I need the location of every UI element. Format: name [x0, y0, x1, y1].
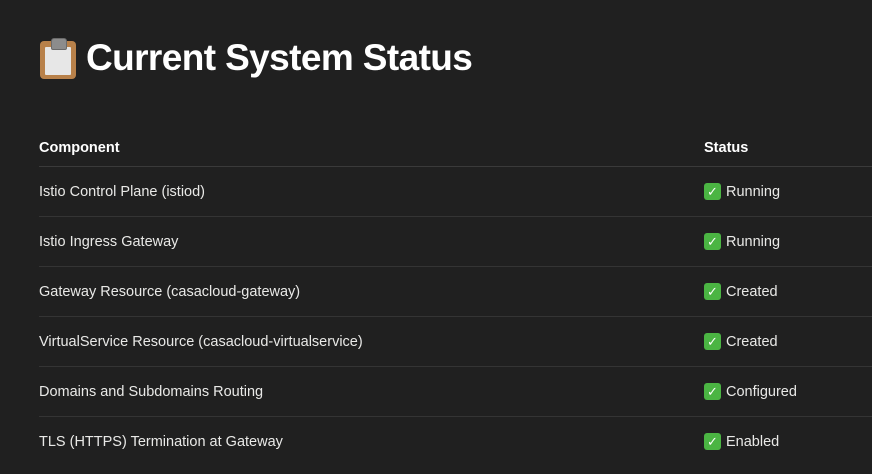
check-mark-icon: ✓ — [704, 233, 721, 250]
status-cell: ✓ Configured — [704, 367, 797, 416]
table-row: TLS (HTTPS) Termination at Gateway ✓ Ena… — [39, 417, 872, 466]
page-title: Current System Status — [86, 37, 473, 78]
page-heading: Current System Status — [39, 34, 473, 82]
status-cell: ✓ Created — [704, 267, 778, 316]
table-row: Gateway Resource (casacloud-gateway) ✓ C… — [39, 267, 872, 317]
status-text: Created — [726, 333, 778, 350]
table-row: Istio Ingress Gateway ✓ Running — [39, 217, 872, 267]
check-mark-icon: ✓ — [704, 283, 721, 300]
check-mark-icon: ✓ — [704, 333, 721, 350]
check-mark-icon: ✓ — [704, 183, 721, 200]
clipboard-icon — [39, 37, 77, 79]
status-cell: ✓ Running — [704, 167, 780, 216]
table-row: Istio Control Plane (istiod) ✓ Running — [39, 167, 872, 217]
status-text: Running — [726, 233, 781, 250]
status-text: Created — [726, 283, 778, 300]
component-cell: Gateway Resource (casacloud-gateway) — [39, 283, 301, 300]
status-text: Configured — [726, 383, 797, 400]
check-mark-icon: ✓ — [704, 433, 721, 450]
table-row: Domains and Subdomains Routing ✓ Configu… — [39, 367, 872, 417]
component-cell: Istio Ingress Gateway — [39, 233, 179, 250]
component-cell: TLS (HTTPS) Termination at Gateway — [39, 433, 283, 450]
component-cell: VirtualService Resource (casacloud-virtu… — [39, 333, 363, 350]
component-cell: Domains and Subdomains Routing — [39, 383, 264, 400]
status-cell: ✓ Enabled — [704, 417, 779, 466]
status-cell: ✓ Running — [704, 217, 780, 266]
component-cell: Istio Control Plane (istiod) — [39, 183, 206, 200]
status-text: Enabled — [726, 433, 780, 450]
table-header-row: Component Status — [39, 130, 872, 167]
status-text: Running — [726, 183, 781, 200]
column-header-component: Component — [39, 140, 120, 156]
table-row: VirtualService Resource (casacloud-virtu… — [39, 317, 872, 367]
status-table: Component Status Istio Control Plane (is… — [39, 130, 872, 466]
status-cell: ✓ Created — [704, 317, 778, 366]
check-mark-icon: ✓ — [704, 383, 721, 400]
column-header-status: Status — [704, 140, 749, 156]
